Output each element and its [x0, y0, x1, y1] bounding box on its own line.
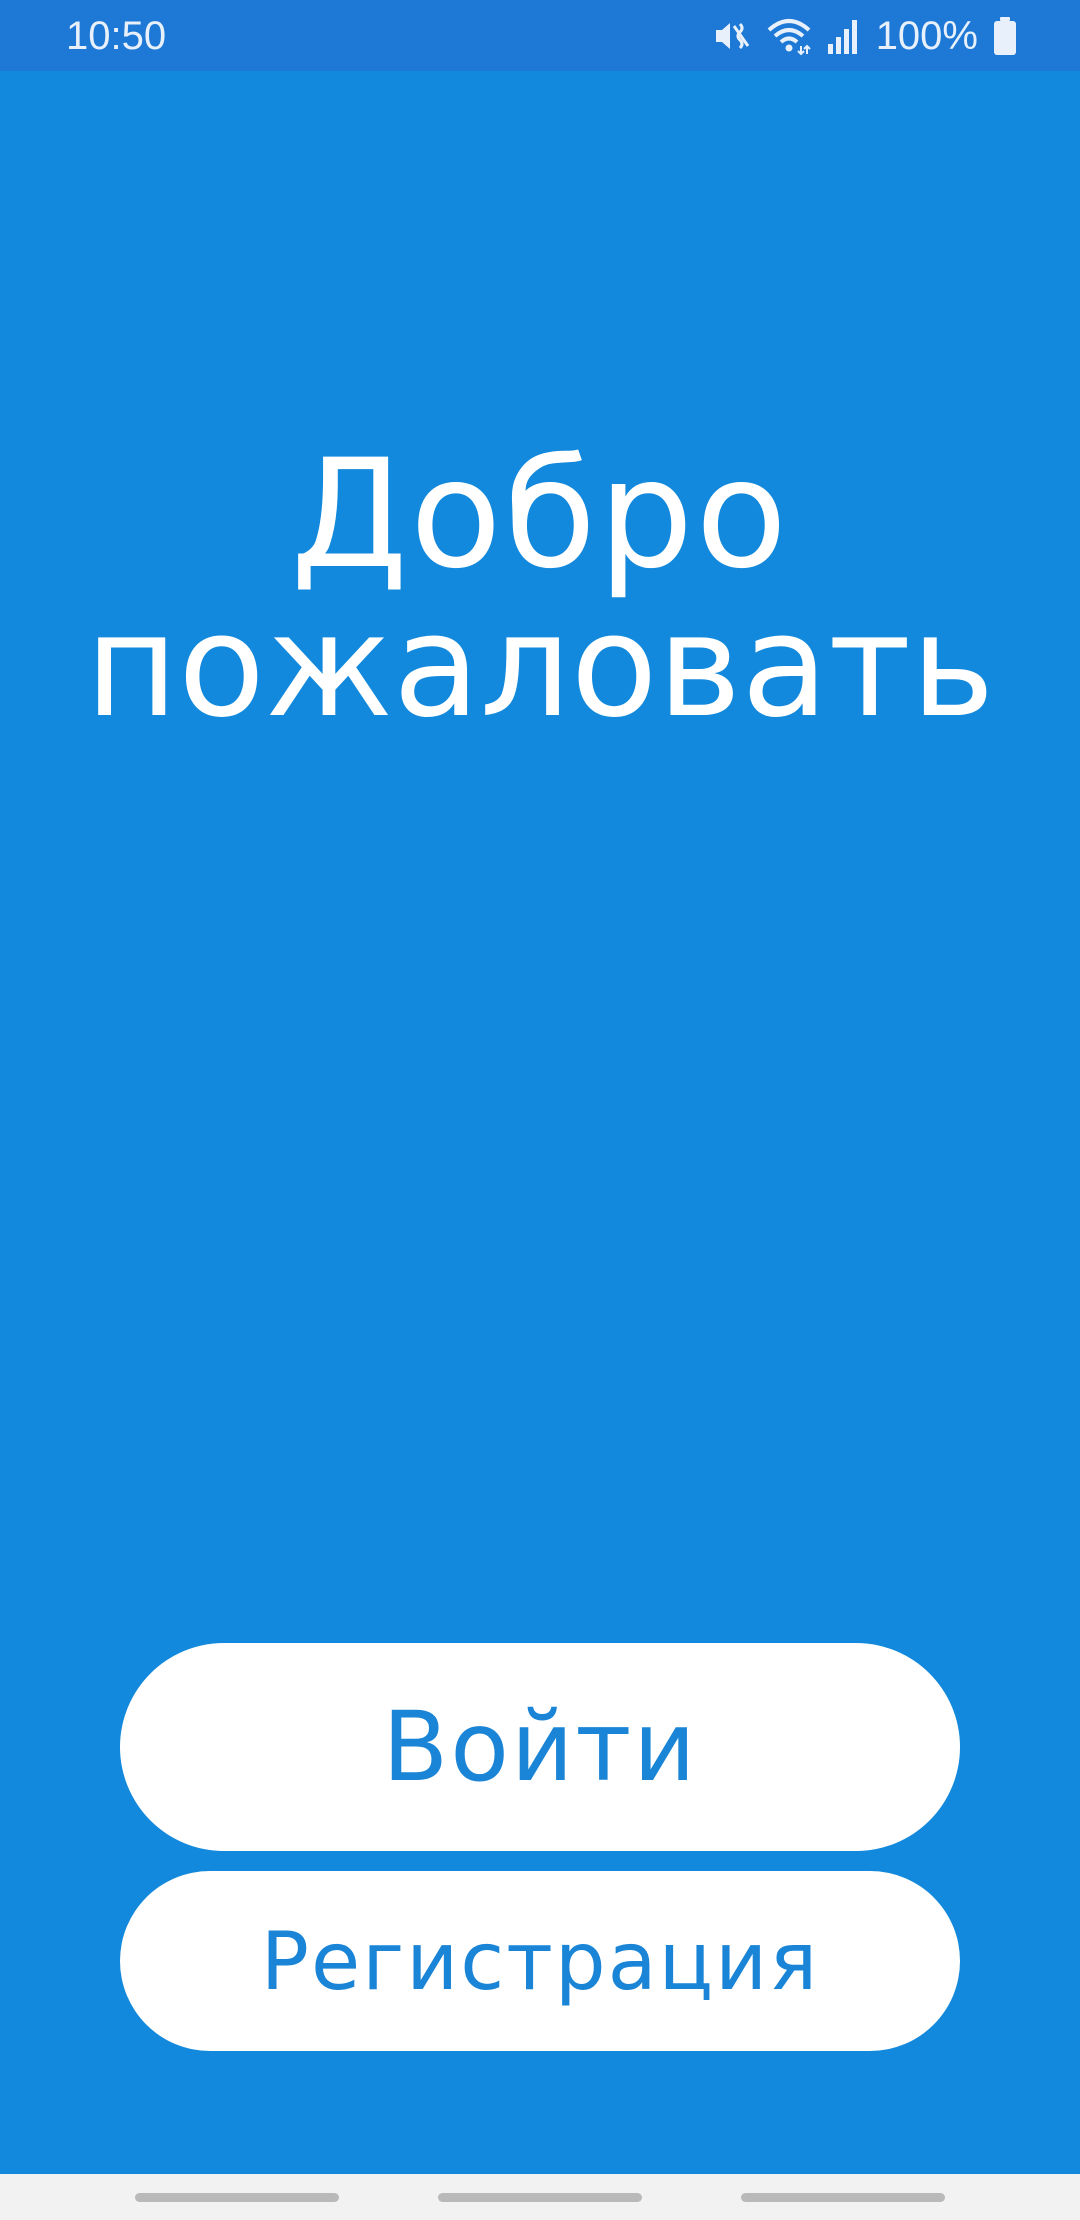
- register-button[interactable]: Регистрация: [120, 1871, 960, 2051]
- register-button-label: Регистрация: [260, 1914, 820, 2008]
- recents-gesture-handle[interactable]: [135, 2193, 339, 2202]
- mute-vibrate-icon: [712, 16, 752, 56]
- welcome-heading-line2: пожаловать: [85, 584, 995, 749]
- battery-icon: [992, 16, 1018, 56]
- login-button[interactable]: Войти: [120, 1643, 960, 1851]
- back-gesture-handle[interactable]: [741, 2193, 945, 2202]
- home-gesture-handle[interactable]: [438, 2193, 642, 2202]
- status-icons: 100%: [712, 12, 1018, 60]
- navigation-bar: [0, 2174, 1080, 2220]
- signal-icon: [826, 16, 860, 56]
- welcome-screen: 10:50 100% Добро пожаловать Войти Регист…: [0, 0, 1080, 2220]
- login-button-label: Войти: [382, 1691, 698, 1803]
- battery-percentage: 100%: [875, 14, 978, 58]
- welcome-heading: Добро пожаловать: [0, 440, 1080, 742]
- status-bar: 10:50 100%: [0, 0, 1080, 71]
- status-time: 10:50: [66, 14, 167, 58]
- wifi-icon: [766, 16, 812, 56]
- welcome-heading-line1: Добро: [290, 428, 790, 602]
